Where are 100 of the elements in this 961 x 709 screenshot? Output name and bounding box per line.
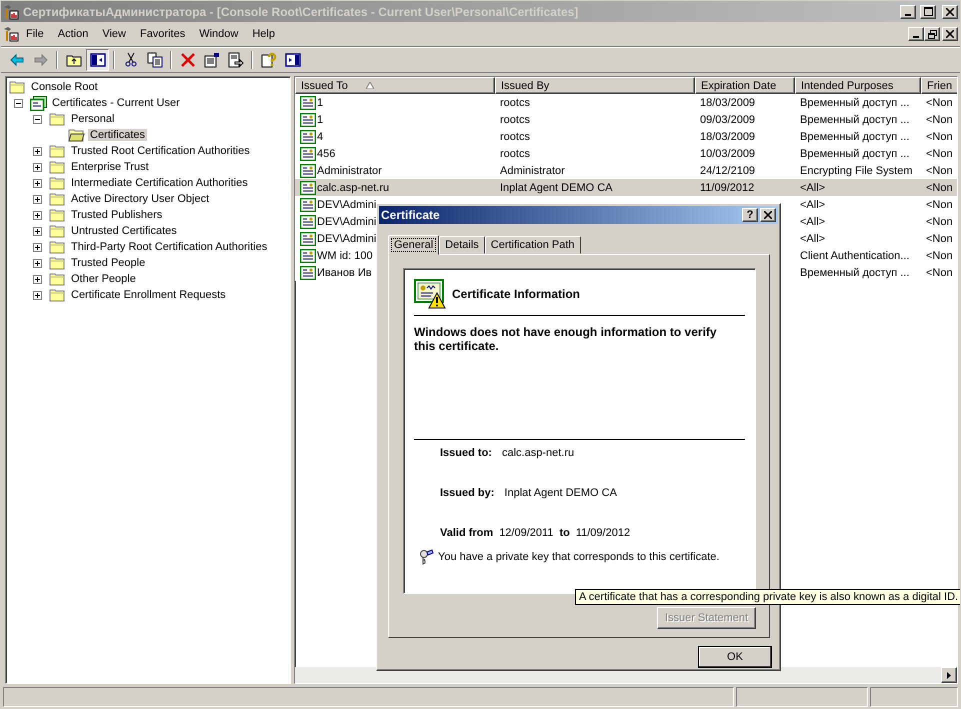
tree-item[interactable]: Certificate Enrollment Requests xyxy=(69,289,228,301)
table-cell: rootcs xyxy=(500,130,530,142)
tab[interactable]: Details xyxy=(439,236,485,254)
folder-icon xyxy=(49,176,66,190)
certificate-name[interactable]: 456 xyxy=(317,148,336,160)
field-value: 12/09/2011 xyxy=(499,527,554,539)
plus-icon xyxy=(34,148,41,154)
maximize-button[interactable] xyxy=(920,4,936,18)
expand-toggle[interactable] xyxy=(33,178,42,188)
column-header[interactable]: Expiration Date xyxy=(695,77,795,94)
open-folder-icon xyxy=(68,128,85,142)
folder-icon xyxy=(49,208,66,222)
menu-item[interactable]: Help xyxy=(245,26,282,42)
minimize-button[interactable] xyxy=(908,27,924,41)
expand-toggle[interactable] xyxy=(33,242,42,252)
certificate-warning-icon xyxy=(414,279,446,309)
close-icon xyxy=(764,211,772,219)
warning-message: Windows does not have enough information to verify this certificate. xyxy=(414,325,718,353)
table-cell: rootcs xyxy=(500,148,530,160)
table-cell: <Non xyxy=(926,182,953,194)
certificate-name[interactable]: 4 xyxy=(317,130,324,142)
folder-icon xyxy=(49,288,66,302)
console-tree-icon xyxy=(90,52,106,68)
tree-item[interactable]: Console Root xyxy=(29,81,100,93)
table-cell: Временный доступ ... xyxy=(800,114,910,126)
folder-icon xyxy=(49,272,66,286)
tree-item[interactable]: Personal xyxy=(69,113,116,125)
column-header[interactable]: Intended Purposes xyxy=(795,77,921,94)
folder-icon xyxy=(49,240,66,254)
collapse-toggle[interactable] xyxy=(14,98,23,108)
help-button[interactable]: ? xyxy=(742,208,758,222)
tree-item[interactable]: Untrusted Certificates xyxy=(69,225,179,237)
column-header[interactable]: Issued To xyxy=(295,77,495,94)
app-icon xyxy=(3,4,19,20)
tree-item[interactable]: Trusted Root Certification Authorities xyxy=(69,145,252,157)
tree-item[interactable]: Active Directory User Object xyxy=(69,193,212,205)
expand-toggle[interactable] xyxy=(33,274,42,284)
minimize-button[interactable] xyxy=(900,4,916,18)
tree-item[interactable]: Trusted People xyxy=(69,257,148,269)
table-cell: 09/03/2009 xyxy=(700,114,756,126)
app-icon xyxy=(3,26,19,42)
maximize-icon xyxy=(924,7,932,16)
table-cell: rootcs xyxy=(500,114,530,126)
tree-item[interactable]: Enterprise Trust xyxy=(69,161,151,173)
plus-icon xyxy=(34,244,41,250)
right-arrow-icon xyxy=(947,672,951,678)
export-list-icon xyxy=(228,52,244,68)
plus-icon xyxy=(34,228,41,234)
certificate-name[interactable]: calc.asp-net.ru xyxy=(317,182,390,194)
tab[interactable]: General xyxy=(388,235,440,255)
collapse-toggle[interactable] xyxy=(33,114,42,124)
expand-toggle[interactable] xyxy=(33,290,42,300)
menu-item[interactable]: File xyxy=(19,26,51,42)
close-button[interactable] xyxy=(760,208,776,222)
folder-icon xyxy=(49,112,66,126)
field-value: Inplat Agent DEMO CA xyxy=(504,487,617,499)
table-cell: <Non xyxy=(926,232,953,244)
ok-button[interactable]: OK xyxy=(698,646,772,668)
restore-button[interactable] xyxy=(924,27,940,41)
folder-icon xyxy=(49,192,66,206)
tree-item[interactable]: Certificates xyxy=(88,129,148,141)
table-cell: <Non xyxy=(926,266,953,278)
close-button[interactable] xyxy=(942,4,958,18)
tree-item[interactable]: Certificates - Current User xyxy=(50,97,182,109)
key-icon xyxy=(418,549,434,565)
close-icon xyxy=(946,30,954,38)
table-cell: 10/03/2009 xyxy=(700,148,756,160)
menu-item[interactable]: Favorites xyxy=(132,26,192,42)
expand-toggle[interactable] xyxy=(33,210,42,220)
table-cell: Временный доступ ... xyxy=(800,266,910,278)
minimize-icon xyxy=(913,36,919,38)
expand-toggle[interactable] xyxy=(33,162,42,172)
table-cell: Временный доступ ... xyxy=(800,148,910,160)
table-cell: Client Authentication... xyxy=(800,250,910,262)
table-cell: rootcs xyxy=(500,96,530,108)
column-header[interactable]: Frien xyxy=(921,77,957,94)
certificate-name[interactable]: 1 xyxy=(317,96,324,108)
tree-item[interactable]: Third-Party Root Certification Authorities xyxy=(69,241,270,253)
expand-toggle[interactable] xyxy=(33,146,42,156)
menu-item[interactable]: Window xyxy=(192,26,246,42)
expand-toggle[interactable] xyxy=(33,258,42,268)
tab[interactable]: Certification Path xyxy=(484,236,581,254)
plus-icon xyxy=(34,196,41,202)
tree-item[interactable]: Intermediate Certification Authorities xyxy=(69,177,250,189)
tree-item[interactable]: Other People xyxy=(69,273,138,285)
table-cell: <All> xyxy=(800,216,826,228)
forward-arrow-icon xyxy=(32,52,48,68)
toolbar-button[interactable] xyxy=(86,49,109,71)
certificate-name[interactable]: 1 xyxy=(317,114,324,126)
scroll-right-button[interactable] xyxy=(941,667,957,683)
folder-icon xyxy=(49,256,66,270)
expand-toggle[interactable] xyxy=(33,194,42,204)
column-header[interactable]: Issued By xyxy=(495,77,695,94)
menu-item[interactable]: View xyxy=(95,26,133,42)
close-button[interactable] xyxy=(942,27,958,41)
menu-item[interactable]: Action xyxy=(50,26,96,42)
restore-icon xyxy=(928,30,936,38)
action-pane-icon xyxy=(284,52,300,68)
expand-toggle[interactable] xyxy=(33,226,42,236)
tree-item[interactable]: Trusted Publishers xyxy=(69,209,164,221)
